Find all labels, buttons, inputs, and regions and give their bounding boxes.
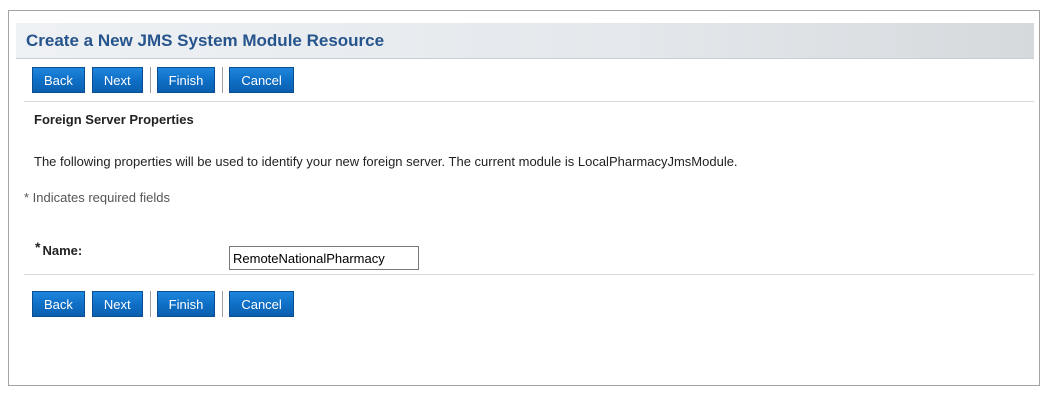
button-separator — [221, 291, 224, 317]
next-button[interactable]: Next — [91, 67, 143, 93]
page-title: Create a New JMS System Module Resource — [26, 30, 385, 50]
required-star: * — [35, 239, 41, 255]
button-separator — [148, 67, 151, 93]
bottom-button-bar: Back Next Finish Cancel — [16, 283, 1034, 325]
name-field-row: * Name: — [16, 232, 1034, 270]
name-label-text: Name: — [42, 243, 83, 258]
wizard-header: Create a New JMS System Module Resource — [16, 23, 1034, 59]
section-title: Foreign Server Properties — [34, 112, 194, 127]
top-button-bar: Back Next Finish Cancel — [16, 59, 1034, 101]
required-fields-note: * Indicates required fields — [24, 190, 170, 205]
back-button[interactable]: Back — [32, 291, 85, 317]
section-description: The following properties will be used to… — [34, 154, 738, 169]
name-label: * Name: — [35, 239, 83, 258]
name-input[interactable] — [229, 246, 419, 270]
next-button[interactable]: Next — [91, 291, 143, 317]
back-button[interactable]: Back — [32, 67, 85, 93]
cancel-button[interactable]: Cancel — [229, 291, 294, 317]
cancel-button[interactable]: Cancel — [229, 67, 294, 93]
finish-button[interactable]: Finish — [156, 291, 216, 317]
button-separator — [148, 291, 151, 317]
finish-button[interactable]: Finish — [156, 67, 216, 93]
button-separator — [221, 67, 224, 93]
divider — [24, 274, 1034, 275]
wizard-panel: Create a New JMS System Module Resource … — [16, 23, 1034, 385]
